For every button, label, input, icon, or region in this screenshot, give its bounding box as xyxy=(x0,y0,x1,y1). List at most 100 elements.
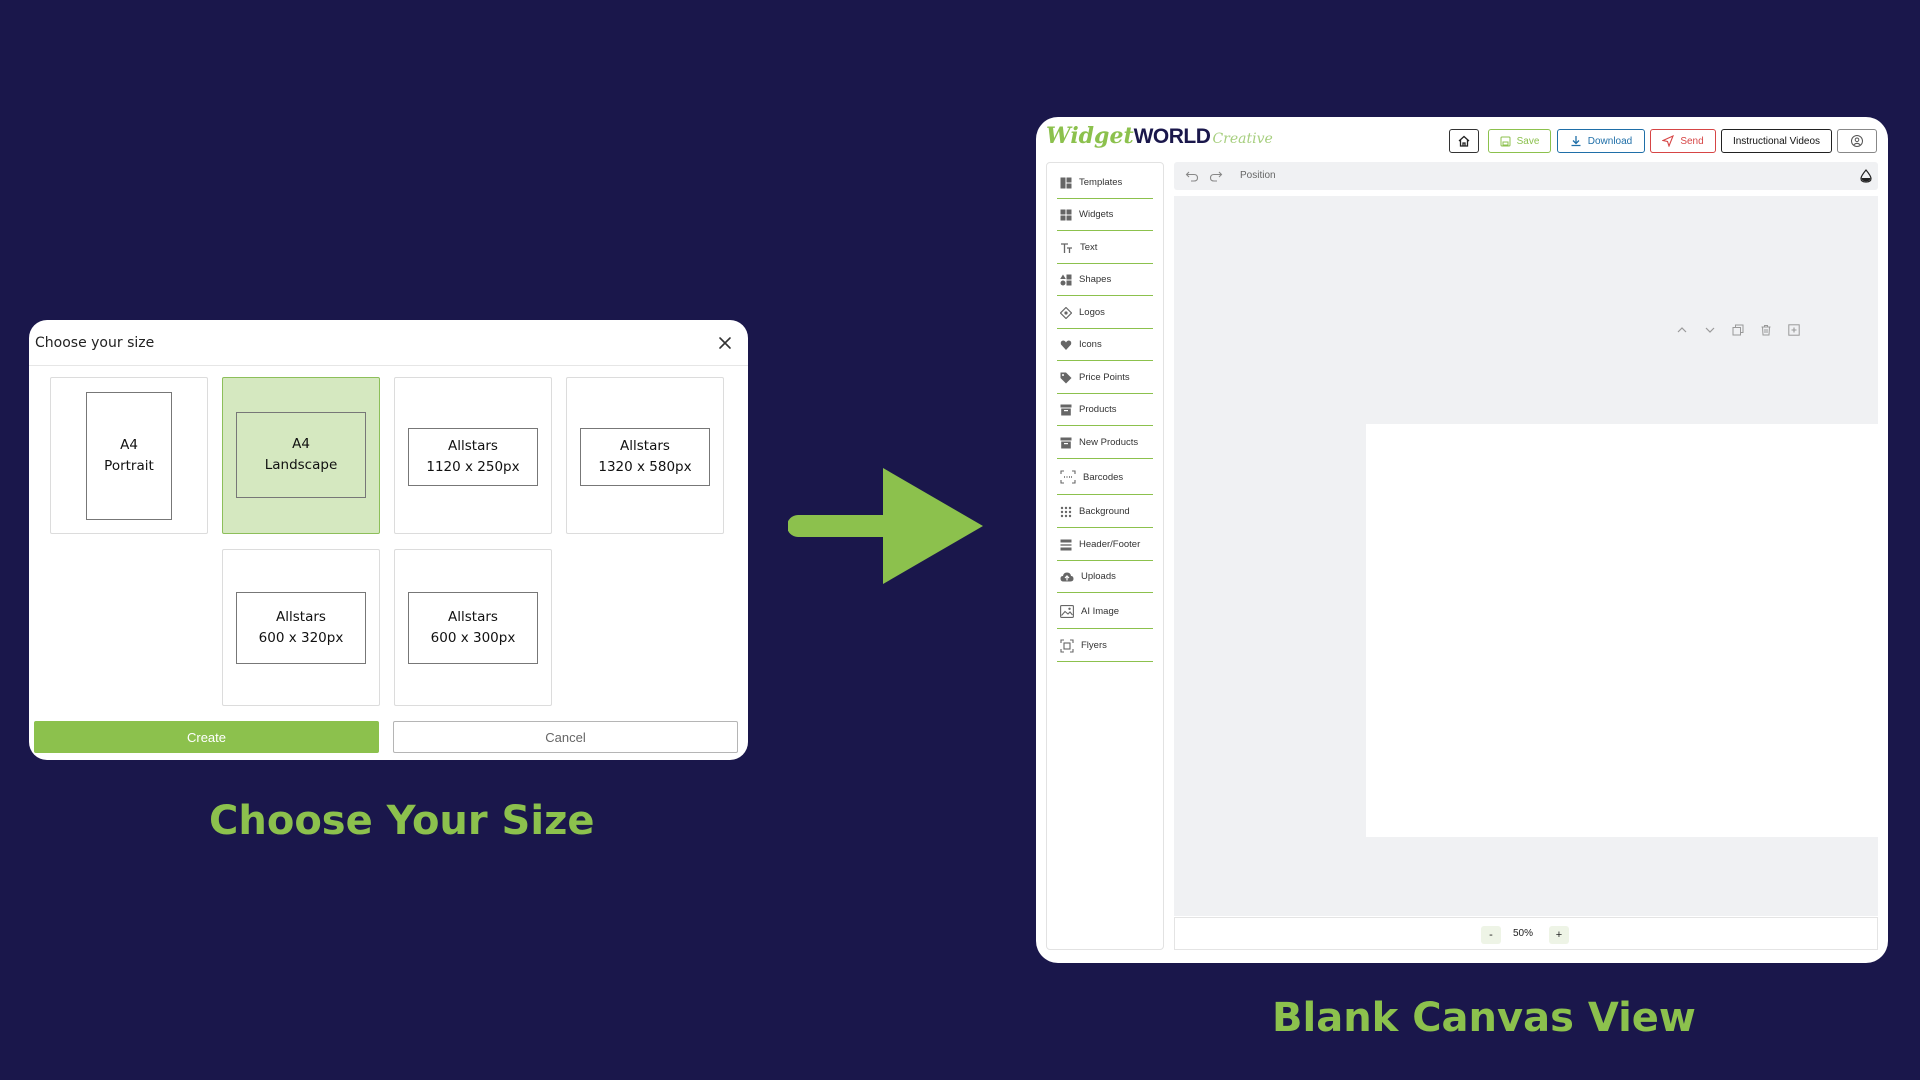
download-button[interactable]: Download xyxy=(1557,129,1645,153)
sidebar-item-background[interactable]: Background xyxy=(1057,496,1153,528)
chevron-up-icon[interactable] xyxy=(1674,322,1690,338)
size-option-allstars-1120x250[interactable]: Allstars 1120 x 250px xyxy=(394,377,552,534)
save-icon xyxy=(1500,136,1511,146)
caption-choose-size: Choose Your Size xyxy=(209,798,595,844)
widgets-icon xyxy=(1060,209,1072,220)
size-line2: 1120 x 250px xyxy=(426,459,520,475)
sidebar-item-label: Text xyxy=(1080,242,1098,253)
position-label[interactable]: Position xyxy=(1240,170,1276,181)
new-products-icon xyxy=(1060,437,1072,448)
size-line1: Allstars xyxy=(448,609,498,625)
size-line2: Landscape xyxy=(264,457,338,473)
size-line1: Allstars xyxy=(620,438,670,454)
sidebar-item-uploads[interactable]: Uploads xyxy=(1057,561,1153,593)
sidebar-item-logos[interactable]: Logos xyxy=(1057,297,1153,329)
sidebar: Templates Widgets Text Shapes Logos Icon… xyxy=(1046,162,1164,950)
size-line1: Allstars xyxy=(448,438,498,454)
flyers-icon xyxy=(1060,638,1074,653)
sidebar-item-label: Icons xyxy=(1079,339,1102,350)
sidebar-item-shapes[interactable]: Shapes xyxy=(1057,264,1153,296)
sidebar-item-templates[interactable]: Templates xyxy=(1057,167,1153,199)
dialog-header: Choose your size xyxy=(29,320,748,366)
size-preview: Allstars 600 x 300px xyxy=(408,592,538,664)
redo-icon[interactable] xyxy=(1208,168,1224,184)
instructional-videos-button[interactable]: Instructional Videos xyxy=(1721,129,1832,153)
caption-blank-canvas: Blank Canvas View xyxy=(1272,995,1696,1041)
sidebar-item-widgets[interactable]: Widgets xyxy=(1057,199,1153,231)
download-icon xyxy=(1571,136,1581,147)
size-preview: A4 Landscape xyxy=(236,412,366,498)
shapes-icon xyxy=(1060,274,1072,285)
sidebar-item-new-products[interactable]: New Products xyxy=(1057,427,1153,459)
sidebar-item-label: Widgets xyxy=(1079,209,1114,220)
choose-size-dialog: Choose your size A4 Portrait A4 Landscap… xyxy=(29,320,748,760)
size-preview: Allstars 1120 x 250px xyxy=(408,428,538,486)
add-page-icon[interactable] xyxy=(1786,322,1802,338)
videos-label: Instructional Videos xyxy=(1732,135,1821,147)
user-icon xyxy=(1851,135,1863,147)
zoom-out-button[interactable]: - xyxy=(1481,926,1501,944)
size-option-allstars-600x300[interactable]: Allstars 600 x 300px xyxy=(394,549,552,706)
sidebar-item-label: Logos xyxy=(1079,307,1105,318)
sidebar-item-icons[interactable]: Icons xyxy=(1057,329,1153,361)
barcode-icon xyxy=(1060,470,1076,484)
account-button[interactable] xyxy=(1837,129,1877,153)
sidebar-item-label: Background xyxy=(1079,506,1130,517)
background-icon xyxy=(1060,506,1072,517)
size-option-a4-landscape[interactable]: A4 Landscape xyxy=(222,377,380,534)
dialog-title: Choose your size xyxy=(35,334,155,351)
size-line2: 600 x 320px xyxy=(258,630,344,646)
trash-icon[interactable] xyxy=(1758,322,1774,338)
send-button[interactable]: Send xyxy=(1650,129,1716,153)
size-option-allstars-1320x580[interactable]: Allstars 1320 x 580px xyxy=(566,377,724,534)
sidebar-item-label: Price Points xyxy=(1079,372,1130,383)
sidebar-item-label: Templates xyxy=(1079,177,1123,188)
size-line1: A4 xyxy=(120,437,138,453)
sidebar-item-header-footer[interactable]: Header/Footer xyxy=(1057,529,1153,561)
close-icon[interactable] xyxy=(712,330,738,356)
widgetworld-logo: Widget WORLD Creative xyxy=(1046,123,1273,149)
sidebar-item-label: Header/Footer xyxy=(1079,539,1141,550)
size-option-allstars-600x320[interactable]: Allstars 600 x 320px xyxy=(222,549,380,706)
canvas-toolbar: Position xyxy=(1174,162,1878,190)
size-preview: Allstars 600 x 320px xyxy=(236,592,366,664)
size-line1: A4 xyxy=(292,436,310,452)
logos-icon xyxy=(1060,306,1072,319)
size-line2: 1320 x 580px xyxy=(598,459,692,475)
sidebar-item-ai-image[interactable]: AI Image xyxy=(1057,594,1153,629)
sidebar-item-text[interactable]: Text xyxy=(1057,232,1153,264)
send-icon xyxy=(1662,135,1675,147)
workspace xyxy=(1174,196,1888,916)
save-label: Save xyxy=(1516,135,1540,147)
size-line2: 600 x 300px xyxy=(430,630,516,646)
cancel-button[interactable]: Cancel xyxy=(393,721,738,753)
fill-color-icon[interactable] xyxy=(1858,168,1874,184)
sidebar-item-products[interactable]: Products xyxy=(1057,394,1153,426)
text-icon xyxy=(1061,242,1072,253)
sidebar-item-barcodes[interactable]: Barcodes xyxy=(1057,460,1153,495)
size-line1: Allstars xyxy=(276,609,326,625)
arrow-right-icon xyxy=(788,468,983,584)
size-preview: A4 Portrait xyxy=(86,392,172,520)
sidebar-item-price-points[interactable]: Price Points xyxy=(1057,362,1153,394)
duplicate-icon[interactable] xyxy=(1730,322,1746,338)
icons-icon xyxy=(1060,340,1072,350)
products-icon xyxy=(1060,404,1072,415)
download-label: Download xyxy=(1587,135,1633,147)
upload-icon xyxy=(1060,572,1074,581)
logo-part3: Creative xyxy=(1212,131,1273,147)
zoom-level: 50% xyxy=(1513,928,1534,939)
chevron-down-icon[interactable] xyxy=(1702,322,1718,338)
save-button[interactable]: Save xyxy=(1488,129,1551,153)
home-icon xyxy=(1458,135,1470,147)
sidebar-item-flyers[interactable]: Flyers xyxy=(1057,630,1153,662)
logo-part1: Widget xyxy=(1046,123,1134,149)
blank-canvas[interactable] xyxy=(1366,424,1888,837)
undo-icon[interactable] xyxy=(1184,168,1200,184)
home-button[interactable] xyxy=(1449,129,1479,153)
size-option-a4-portrait[interactable]: A4 Portrait xyxy=(50,377,208,534)
sidebar-item-label: AI Image xyxy=(1081,605,1120,617)
create-button[interactable]: Create xyxy=(34,721,379,753)
zoom-in-button[interactable]: + xyxy=(1549,926,1569,944)
sidebar-item-label: Barcodes xyxy=(1083,471,1124,483)
